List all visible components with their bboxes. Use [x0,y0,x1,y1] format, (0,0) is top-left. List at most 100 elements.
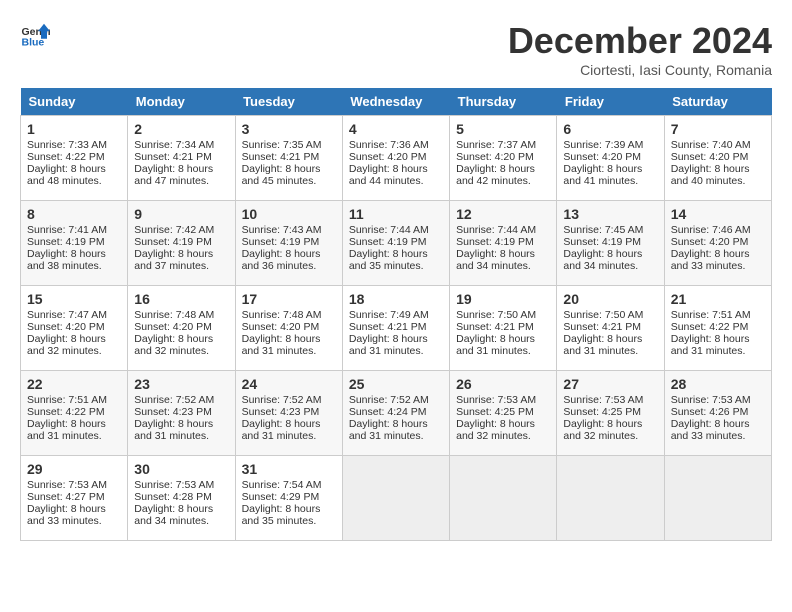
daylight-text: Daylight: 8 hours and 31 minutes. [242,418,321,442]
col-wednesday: Wednesday [342,88,449,116]
sunrise-text: Sunrise: 7:54 AM [242,479,322,491]
calendar-cell: 11Sunrise: 7:44 AMSunset: 4:19 PMDayligh… [342,201,449,286]
sunrise-text: Sunrise: 7:48 AM [242,309,322,321]
day-number: 29 [27,461,121,477]
day-number: 8 [27,206,121,222]
day-number: 25 [349,376,443,392]
sunrise-text: Sunrise: 7:48 AM [134,309,214,321]
logo: General Blue [20,20,50,50]
sunset-text: Sunset: 4:20 PM [242,321,320,333]
daylight-text: Daylight: 8 hours and 34 minutes. [134,503,213,527]
calendar-cell: 30Sunrise: 7:53 AMSunset: 4:28 PMDayligh… [128,456,235,541]
sunrise-text: Sunrise: 7:45 AM [563,224,643,236]
daylight-text: Daylight: 8 hours and 34 minutes. [456,248,535,272]
calendar-cell: 3Sunrise: 7:35 AMSunset: 4:21 PMDaylight… [235,116,342,201]
sunset-text: Sunset: 4:21 PM [563,321,641,333]
daylight-text: Daylight: 8 hours and 31 minutes. [242,333,321,357]
calendar-cell: 14Sunrise: 7:46 AMSunset: 4:20 PMDayligh… [664,201,771,286]
sunset-text: Sunset: 4:21 PM [456,321,534,333]
sunset-text: Sunset: 4:24 PM [349,406,427,418]
calendar-cell: 10Sunrise: 7:43 AMSunset: 4:19 PMDayligh… [235,201,342,286]
daylight-text: Daylight: 8 hours and 31 minutes. [27,418,106,442]
day-number: 7 [671,121,765,137]
sunrise-text: Sunrise: 7:49 AM [349,309,429,321]
day-number: 6 [563,121,657,137]
sunset-text: Sunset: 4:25 PM [563,406,641,418]
sunset-text: Sunset: 4:20 PM [563,151,641,163]
calendar-cell [557,456,664,541]
daylight-text: Daylight: 8 hours and 44 minutes. [349,163,428,187]
day-number: 1 [27,121,121,137]
month-title: December 2024 [508,20,772,62]
col-friday: Friday [557,88,664,116]
day-number: 30 [134,461,228,477]
sunrise-text: Sunrise: 7:52 AM [134,394,214,406]
sunset-text: Sunset: 4:20 PM [134,321,212,333]
daylight-text: Daylight: 8 hours and 35 minutes. [349,248,428,272]
daylight-text: Daylight: 8 hours and 36 minutes. [242,248,321,272]
col-thursday: Thursday [450,88,557,116]
sunrise-text: Sunrise: 7:46 AM [671,224,751,236]
calendar-cell: 2Sunrise: 7:34 AMSunset: 4:21 PMDaylight… [128,116,235,201]
sunset-text: Sunset: 4:28 PM [134,491,212,503]
day-number: 22 [27,376,121,392]
sunrise-text: Sunrise: 7:43 AM [242,224,322,236]
day-number: 16 [134,291,228,307]
location-title: Ciortesti, Iasi County, Romania [508,62,772,78]
sunrise-text: Sunrise: 7:52 AM [349,394,429,406]
sunset-text: Sunset: 4:19 PM [134,236,212,248]
daylight-text: Daylight: 8 hours and 38 minutes. [27,248,106,272]
sunset-text: Sunset: 4:27 PM [27,491,105,503]
sunset-text: Sunset: 4:21 PM [349,321,427,333]
sunset-text: Sunset: 4:21 PM [134,151,212,163]
daylight-text: Daylight: 8 hours and 32 minutes. [563,418,642,442]
col-sunday: Sunday [21,88,128,116]
day-number: 21 [671,291,765,307]
calendar-cell: 17 Sunrise: 7:48 AMSunset: 4:20 PMDayligh… [235,286,342,371]
daylight-text: Daylight: 8 hours and 47 minutes. [134,163,213,187]
logo-icon: General Blue [20,20,50,50]
sunrise-text: Sunrise: 7:51 AM [27,394,107,406]
daylight-text: Daylight: 8 hours and 48 minutes. [27,163,106,187]
day-number: 3 [242,121,336,137]
col-saturday: Saturday [664,88,771,116]
sunrise-text: Sunrise: 7:44 AM [456,224,536,236]
sunrise-text: Sunrise: 7:52 AM [242,394,322,406]
calendar-cell: 4Sunrise: 7:36 AMSunset: 4:20 PMDaylight… [342,116,449,201]
sunrise-text: Sunrise: 7:53 AM [456,394,536,406]
daylight-text: Daylight: 8 hours and 31 minutes. [134,418,213,442]
sunset-text: Sunset: 4:25 PM [456,406,534,418]
sunrise-text: Sunrise: 7:53 AM [27,479,107,491]
calendar-cell: 15Sunrise: 7:47 AMSunset: 4:20 PMDayligh… [21,286,128,371]
calendar-cell: 8Sunrise: 7:41 AMSunset: 4:19 PMDaylight… [21,201,128,286]
calendar-cell: 21Sunrise: 7:51 AMSunset: 4:22 PMDayligh… [664,286,771,371]
sunset-text: Sunset: 4:20 PM [456,151,534,163]
sunset-text: Sunset: 4:22 PM [671,321,749,333]
day-number: 31 [242,461,336,477]
day-number: 9 [134,206,228,222]
daylight-text: Daylight: 8 hours and 32 minutes. [134,333,213,357]
page-header: General Blue December 2024 Ciortesti, Ia… [20,20,772,78]
calendar-week-4: 22Sunrise: 7:51 AMSunset: 4:22 PMDayligh… [21,371,772,456]
sunset-text: Sunset: 4:23 PM [134,406,212,418]
sunset-text: Sunset: 4:19 PM [456,236,534,248]
day-number: 10 [242,206,336,222]
col-monday: Monday [128,88,235,116]
daylight-text: Daylight: 8 hours and 31 minutes. [349,333,428,357]
sunrise-text: Sunrise: 7:53 AM [671,394,751,406]
calendar-cell: 20Sunrise: 7:50 AMSunset: 4:21 PMDayligh… [557,286,664,371]
calendar-cell: 12 Sunrise: 7:44 AMSunset: 4:19 PMDayligh… [450,201,557,286]
sunrise-text: Sunrise: 7:51 AM [671,309,751,321]
calendar-cell [342,456,449,541]
day-number: 11 [349,206,443,222]
day-number: 17 [242,291,336,307]
calendar-week-2: 8Sunrise: 7:41 AMSunset: 4:19 PMDaylight… [21,201,772,286]
day-number: 12 [456,206,550,222]
sunrise-text: Sunrise: 7:35 AM [242,139,322,151]
daylight-text: Daylight: 8 hours and 32 minutes. [456,418,535,442]
calendar-cell: 26Sunrise: 7:53 AMSunset: 4:25 PMDayligh… [450,371,557,456]
calendar-cell: 25Sunrise: 7:52 AMSunset: 4:24 PMDayligh… [342,371,449,456]
calendar-cell: 5Sunrise: 7:37 AMSunset: 4:20 PMDaylight… [450,116,557,201]
day-number: 27 [563,376,657,392]
daylight-text: Daylight: 8 hours and 33 minutes. [671,248,750,272]
